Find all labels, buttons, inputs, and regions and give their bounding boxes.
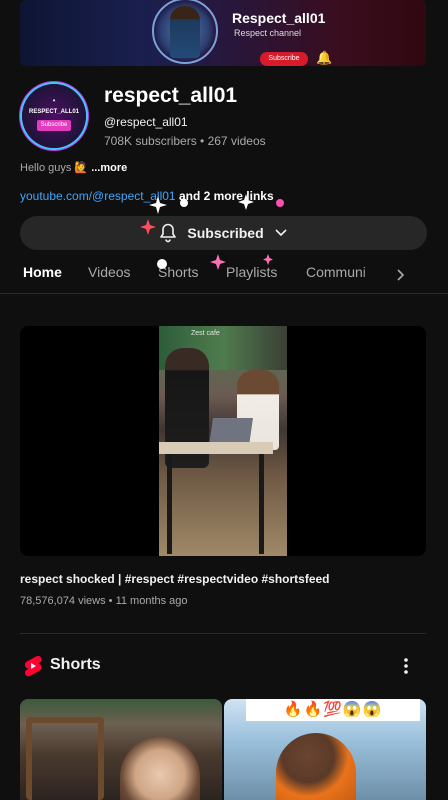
video-thumbnail: Zest cafe xyxy=(159,326,287,556)
short-caption: 🔥🔥💯😱😱 xyxy=(246,699,420,721)
channel-name: respect_all01 xyxy=(104,84,238,107)
subscribed-button[interactable]: Subscribed xyxy=(20,216,427,250)
shorts-header: Shorts xyxy=(20,653,426,679)
avatar-name: RESPECT_ALL01 xyxy=(28,109,79,115)
channel-stats: 708K subscribers • 267 videos xyxy=(104,134,266,148)
channel-description[interactable]: Hello guys 🙋 ...more xyxy=(20,161,127,174)
tab-home[interactable]: Home xyxy=(23,264,62,280)
description-more-button[interactable]: ...more xyxy=(91,162,127,174)
channel-tabs: Home Videos Shorts Playlists Communi xyxy=(0,256,448,294)
short-item[interactable] xyxy=(20,699,222,800)
video-overlay-text: Zest cafe xyxy=(191,330,220,337)
channel-handle: @respect_all01 xyxy=(104,115,188,129)
avatar-mark: • xyxy=(52,96,56,105)
avatar-subscribe-graphic: Subscribe xyxy=(37,120,71,131)
tabs-fade xyxy=(360,256,390,292)
banner-subtitle: Respect channel xyxy=(234,28,302,38)
featured-video-title[interactable]: respect shocked | #respect #respectvideo… xyxy=(20,572,330,586)
shorts-section-title: Shorts xyxy=(50,656,101,673)
tab-shorts[interactable]: Shorts xyxy=(158,264,198,280)
short-item[interactable]: 🔥🔥💯😱😱 xyxy=(224,699,426,800)
subscribed-label: Subscribed xyxy=(187,225,264,241)
chevron-right-icon[interactable] xyxy=(388,262,414,288)
channel-avatar[interactable]: • RESPECT_ALL01 Subscribe xyxy=(22,84,86,148)
banner-title: Respect_all01 xyxy=(232,10,326,26)
more-vert-icon[interactable] xyxy=(396,655,416,677)
banner-person xyxy=(170,6,200,58)
channel-links[interactable]: youtube.com/@respect_all01 and 2 more li… xyxy=(20,189,274,203)
featured-video-player[interactable]: Zest cafe xyxy=(20,326,426,556)
description-text: Hello guys 🙋 xyxy=(20,162,89,174)
banner-subscribe-graphic: Subscribe xyxy=(260,52,308,66)
more-links[interactable]: and 2 more links xyxy=(176,189,274,203)
section-divider xyxy=(20,633,426,634)
banner-bell-icon: 🔔 xyxy=(316,50,333,65)
shorts-logo-icon xyxy=(22,655,42,682)
tab-videos[interactable]: Videos xyxy=(88,264,131,280)
channel-banner: Respect_all01 Respect channel Subscribe … xyxy=(20,0,426,66)
chevron-down-icon xyxy=(274,228,288,238)
channel-link[interactable]: youtube.com/@respect_all01 xyxy=(20,189,176,203)
featured-video-meta: 78,576,074 views • 11 months ago xyxy=(20,595,188,607)
bell-icon xyxy=(159,223,177,243)
tab-playlists[interactable]: Playlists xyxy=(226,264,277,280)
